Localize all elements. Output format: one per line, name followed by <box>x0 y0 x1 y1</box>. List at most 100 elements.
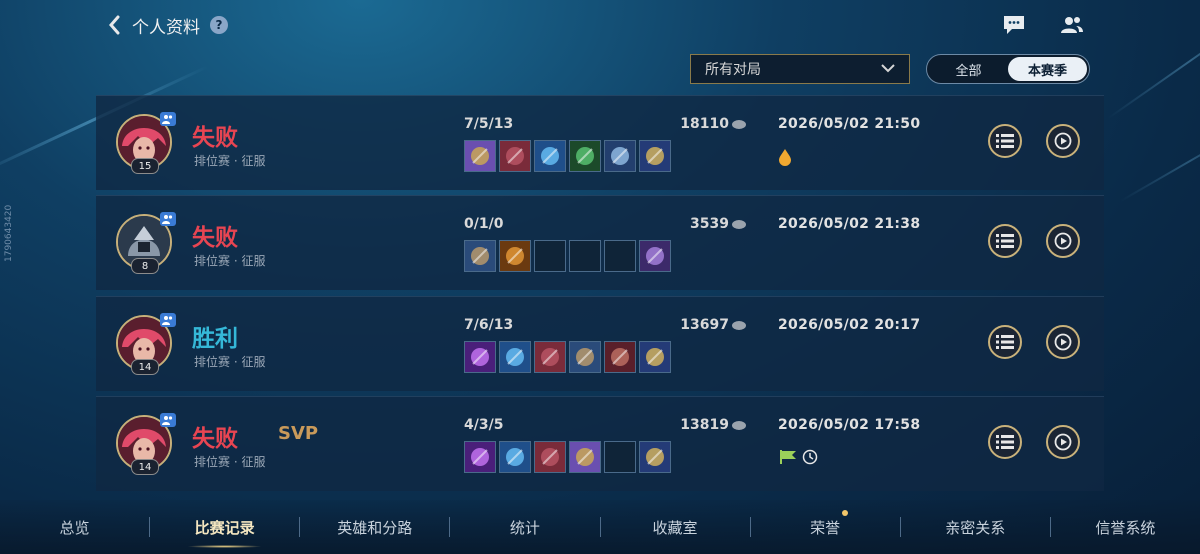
red-mask-item-icon <box>499 140 531 172</box>
gold-amount: 18110 <box>680 116 729 132</box>
item-build <box>464 341 671 373</box>
background-streak <box>1107 2 1200 120</box>
hero-level: 14 <box>131 459 159 475</box>
gold-coin-icon <box>732 119 746 129</box>
tab-collection[interactable]: 收藏室 <box>601 500 750 554</box>
back-arrow-icon[interactable] <box>108 14 122 36</box>
empty-item-slot <box>604 240 636 272</box>
match-result: 失败 <box>192 225 238 251</box>
replay-button[interactable] <box>1046 325 1080 359</box>
hero-level: 15 <box>131 158 159 174</box>
match-mode: 排位赛 · 征服 <box>194 154 266 168</box>
season-toggle: 全部 本赛季 <box>926 54 1090 84</box>
details-button[interactable] <box>988 124 1022 158</box>
match-row[interactable]: 15 失败 排位赛 · 征服 7/5/13 18110 2026/05/02 2… <box>96 95 1104 190</box>
trident-item-icon <box>604 140 636 172</box>
hourglass-item-icon <box>639 341 671 373</box>
tab-match-history[interactable]: 比赛记录 <box>150 500 299 554</box>
match-date: 2026/05/02 17:58 <box>778 417 921 433</box>
gold-amount: 13819 <box>680 417 729 433</box>
notification-dot <box>842 510 849 516</box>
gem-helmet-item-icon <box>464 140 496 172</box>
blue-book-item-icon <box>569 341 601 373</box>
details-button[interactable] <box>988 325 1022 359</box>
match-result: 失败 <box>192 426 238 452</box>
match-filter-dropdown[interactable]: 所有对局 <box>690 54 910 84</box>
tab-credit-system[interactable]: 信誉系统 <box>1051 500 1200 554</box>
red-mask-item-icon <box>534 441 566 473</box>
hero-avatar[interactable]: 8 <box>116 212 176 274</box>
background-streak <box>1120 120 1200 202</box>
toggle-this-season[interactable]: 本赛季 <box>1008 57 1087 81</box>
match-badges <box>778 449 818 469</box>
toggle-all[interactable]: 全部 <box>929 57 1008 81</box>
match-row[interactable]: 14 胜利 排位赛 · 征服 7/6/13 13697 2026/05/02 2… <box>96 296 1104 391</box>
bottom-nav: 总览 比赛记录 英雄和分路 统计 收藏室 荣誉 亲密关系 信誉系统 <box>0 500 1200 554</box>
tab-overview[interactable]: 总览 <box>0 500 149 554</box>
chat-icon[interactable] <box>1002 14 1026 36</box>
tab-relationships[interactable]: 亲密关系 <box>901 500 1050 554</box>
hero-avatar[interactable]: 15 <box>116 112 176 174</box>
gold-coin-icon <box>732 219 746 229</box>
blue-staff-item-icon <box>534 140 566 172</box>
clock-icon <box>802 449 818 469</box>
friends-icon[interactable] <box>1060 14 1084 36</box>
gold-value: 3539 <box>656 216 746 232</box>
replay-button[interactable] <box>1046 425 1080 459</box>
drop-icon <box>778 148 792 170</box>
empty-item-slot <box>569 240 601 272</box>
blue-staff-item-icon <box>499 341 531 373</box>
gold-coin-icon <box>732 320 746 330</box>
red-mask-item-icon <box>534 341 566 373</box>
kda-value: 4/3/5 <box>464 417 504 433</box>
match-date: 2026/05/02 21:50 <box>778 116 921 132</box>
golden-mace-item-icon <box>499 240 531 272</box>
gem-helmet-item-icon <box>569 441 601 473</box>
empty-item-slot <box>604 441 636 473</box>
party-icon <box>160 413 176 427</box>
match-row[interactable]: 8 失败 排位赛 · 征服 0/1/0 3539 2026/05/02 21:3… <box>96 195 1104 290</box>
match-mode: 排位赛 · 征服 <box>194 254 266 268</box>
gold-coin-icon <box>732 420 746 430</box>
tab-label: 荣誉 <box>810 518 841 537</box>
hero-level: 14 <box>131 359 159 375</box>
tab-honors[interactable]: 荣誉 <box>751 500 900 554</box>
help-icon[interactable]: ? <box>210 16 228 34</box>
svp-badge: SVP <box>278 423 319 444</box>
chevron-down-icon <box>881 61 895 77</box>
kda-value: 7/5/13 <box>464 116 514 132</box>
match-result: 胜利 <box>192 326 238 352</box>
item-build <box>464 240 671 272</box>
side-id-text: 1790643420 <box>4 204 14 262</box>
match-row[interactable]: 14 失败 SVP 排位赛 · 征服 4/3/5 13819 2026/05/0… <box>96 396 1104 491</box>
details-button[interactable] <box>988 224 1022 258</box>
purple-crystal-item-icon <box>464 441 496 473</box>
kda-value: 7/6/13 <box>464 317 514 333</box>
green-blade-item-icon <box>569 140 601 172</box>
match-mode: 排位赛 · 征服 <box>194 455 266 469</box>
match-mode: 排位赛 · 征服 <box>194 355 266 369</box>
replay-button[interactable] <box>1046 124 1080 158</box>
empty-item-slot <box>534 240 566 272</box>
green-flag-icon <box>778 449 798 469</box>
red-book-item-icon <box>604 341 636 373</box>
tab-stats[interactable]: 统计 <box>450 500 599 554</box>
header: 个人资料 ? <box>108 10 228 40</box>
blue-staff-item-icon <box>499 441 531 473</box>
hero-avatar[interactable]: 14 <box>116 413 176 475</box>
gold-value: 13697 <box>656 317 746 333</box>
gold-value: 18110 <box>656 116 746 132</box>
replay-button[interactable] <box>1046 224 1080 258</box>
details-button[interactable] <box>988 425 1022 459</box>
match-result: 失败 <box>192 125 238 151</box>
hero-avatar[interactable]: 14 <box>116 313 176 375</box>
hourglass-item-icon <box>639 140 671 172</box>
party-icon <box>160 212 176 226</box>
match-badges <box>778 148 792 170</box>
purple-crystal-item-icon <box>464 341 496 373</box>
tab-heroes-lanes[interactable]: 英雄和分路 <box>300 500 449 554</box>
kda-value: 0/1/0 <box>464 216 504 232</box>
gold-amount: 3539 <box>690 216 729 232</box>
item-build <box>464 140 671 172</box>
hero-level: 8 <box>131 258 159 274</box>
